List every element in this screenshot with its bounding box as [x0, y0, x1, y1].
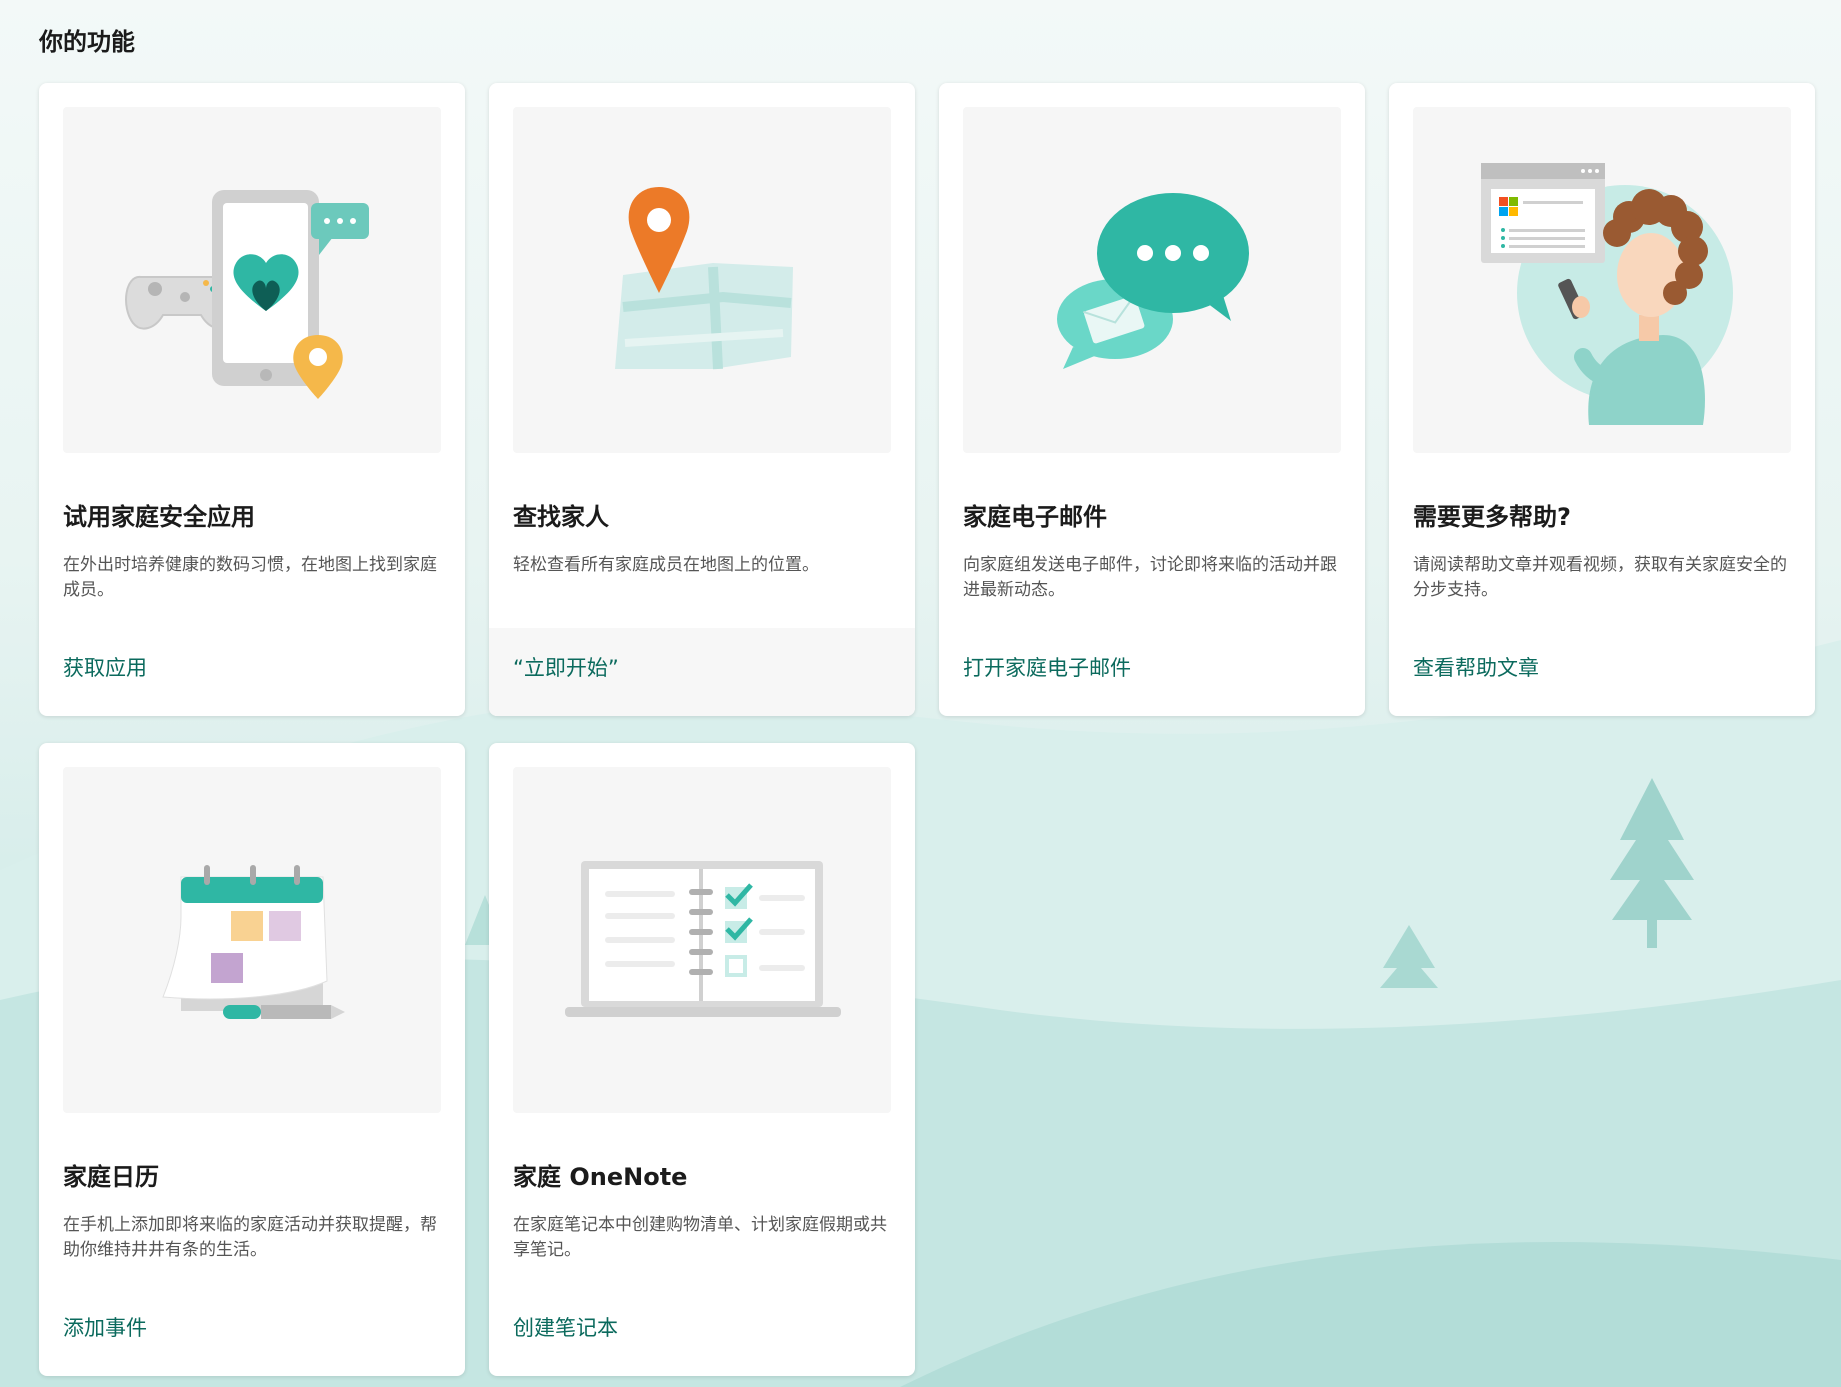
card-family-calendar: 家庭日历 在手机上添加即将来临的家庭活动并获取提醒，帮助你维持井井有条的生活。 …: [39, 743, 465, 1376]
card-description: 向家庭组发送电子邮件，讨论即将来临的活动并跟进最新动态。: [963, 555, 1337, 600]
card-footer: 创建笔记本: [489, 1288, 915, 1376]
email-chat-icon: [1057, 193, 1249, 369]
card-find-family: 查找家人 轻松查看所有家庭成员在地图上的位置。 “立即开始”: [489, 83, 915, 716]
card-family-email: 家庭电子邮件 向家庭组发送电子邮件，讨论即将来临的活动并跟进最新动态。 打开家庭…: [939, 83, 1365, 716]
get-started-link[interactable]: “立即开始”: [513, 652, 619, 682]
card-description: 在外出时培养健康的数码习惯，在地图上找到家庭成员。: [63, 555, 437, 600]
page-title: 你的功能: [39, 28, 135, 56]
card-description: 在家庭笔记本中创建购物清单、计划家庭假期或共享笔记。: [513, 1215, 887, 1260]
add-event-link[interactable]: 添加事件: [63, 1312, 147, 1342]
card-title: 查找家人: [513, 503, 609, 531]
help-person-icon: [1481, 163, 1733, 425]
card-family-onenote: 家庭 OneNote 在家庭笔记本中创建购物清单、计划家庭假期或共享笔记。 创建…: [489, 743, 915, 1376]
card-help: 需要更多帮助? 请阅读帮助文章并观看视频，获取有关家庭安全的分步支持。 查看帮助…: [1389, 83, 1815, 716]
card-footer: 打开家庭电子邮件: [939, 628, 1365, 716]
card-footer: 获取应用: [39, 628, 465, 716]
pencil-icon: [223, 1005, 345, 1019]
card-footer: 添加事件: [39, 1288, 465, 1376]
card-image: [1413, 107, 1791, 453]
card-image: [513, 107, 891, 453]
card-title: 需要更多帮助?: [1413, 503, 1571, 531]
location-pin-icon: [293, 335, 343, 399]
calendar-icon: [162, 865, 345, 1019]
family-safety-app-icon: [125, 190, 369, 399]
card-footer: “立即开始”: [489, 628, 915, 716]
notebook-icon: [565, 861, 841, 1017]
card-image: [513, 767, 891, 1113]
card-description: 在手机上添加即将来临的家庭活动并获取提醒，帮助你维持井井有条的生活。: [63, 1215, 437, 1260]
open-family-email-link[interactable]: 打开家庭电子邮件: [963, 652, 1131, 682]
card-image: [963, 107, 1341, 453]
map-icon: [615, 263, 793, 370]
card-title: 家庭日历: [63, 1163, 159, 1191]
get-app-link[interactable]: 获取应用: [63, 652, 147, 682]
create-notebook-link[interactable]: 创建笔记本: [513, 1312, 618, 1342]
chat-bubble-icon: [311, 203, 369, 255]
card-title: 试用家庭安全应用: [63, 503, 255, 531]
card-title: 家庭 OneNote: [513, 1163, 688, 1191]
card-footer: 查看帮助文章: [1389, 628, 1815, 716]
map-location-icon: [615, 187, 793, 370]
view-help-articles-link[interactable]: 查看帮助文章: [1413, 652, 1539, 682]
card-image: [63, 107, 441, 453]
browser-window-icon: [1481, 163, 1605, 263]
card-description: 请阅读帮助文章并观看视频，获取有关家庭安全的分步支持。: [1413, 555, 1787, 600]
card-image: [63, 767, 441, 1113]
card-title: 家庭电子邮件: [963, 503, 1107, 531]
card-description: 轻松查看所有家庭成员在地图上的位置。: [513, 555, 819, 575]
card-family-safety-app: 试用家庭安全应用 在外出时培养健康的数码习惯，在地图上找到家庭成员。 获取应用: [39, 83, 465, 716]
